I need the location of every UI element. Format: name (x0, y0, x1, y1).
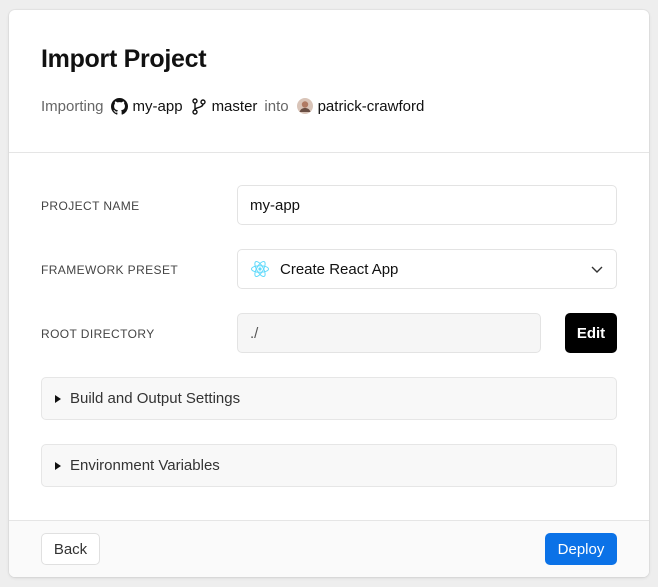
into-text: into (264, 97, 289, 115)
framework-preset-value: Create React App (280, 260, 399, 278)
build-output-settings-toggle[interactable]: Build and Output Settings (41, 377, 617, 420)
avatar (296, 97, 314, 115)
build-output-settings-label: Build and Output Settings (70, 390, 241, 407)
github-icon (111, 97, 129, 115)
framework-preset-select[interactable]: Create React App (237, 249, 617, 289)
project-name-input[interactable]: my-app (237, 185, 617, 225)
branch-name[interactable]: master (212, 98, 258, 115)
importing-text: Importing (41, 97, 104, 115)
root-directory-value: ./ (250, 324, 259, 342)
card-footer: Back Deploy (9, 520, 649, 577)
git-branch-icon (190, 97, 208, 115)
chevron-down-icon (590, 262, 604, 276)
repo-name[interactable]: my-app (133, 98, 183, 115)
project-name-label: PROJECT NAME (41, 199, 140, 213)
import-summary: Importing my-app master into patrick-cra… (41, 96, 424, 116)
deploy-button[interactable]: Deploy (545, 533, 617, 565)
triangle-right-icon (55, 461, 61, 470)
environment-variables-toggle[interactable]: Environment Variables (41, 444, 617, 487)
framework-preset-label: FRAMEWORK PRESET (41, 263, 179, 277)
environment-variables-label: Environment Variables (70, 457, 220, 474)
root-directory-input: ./ (237, 313, 541, 353)
import-project-card: Import Project Importing my-app master i… (9, 10, 649, 577)
card-header: Import Project Importing my-app master i… (9, 10, 649, 153)
back-button[interactable]: Back (41, 533, 100, 565)
owner-name[interactable]: patrick-crawford (318, 98, 425, 115)
triangle-right-icon (55, 394, 61, 403)
root-directory-label: ROOT DIRECTORY (41, 327, 155, 341)
project-name-value: my-app (250, 196, 301, 214)
react-icon (250, 259, 270, 279)
page-title: Import Project (41, 45, 207, 73)
edit-root-button[interactable]: Edit (565, 313, 617, 353)
